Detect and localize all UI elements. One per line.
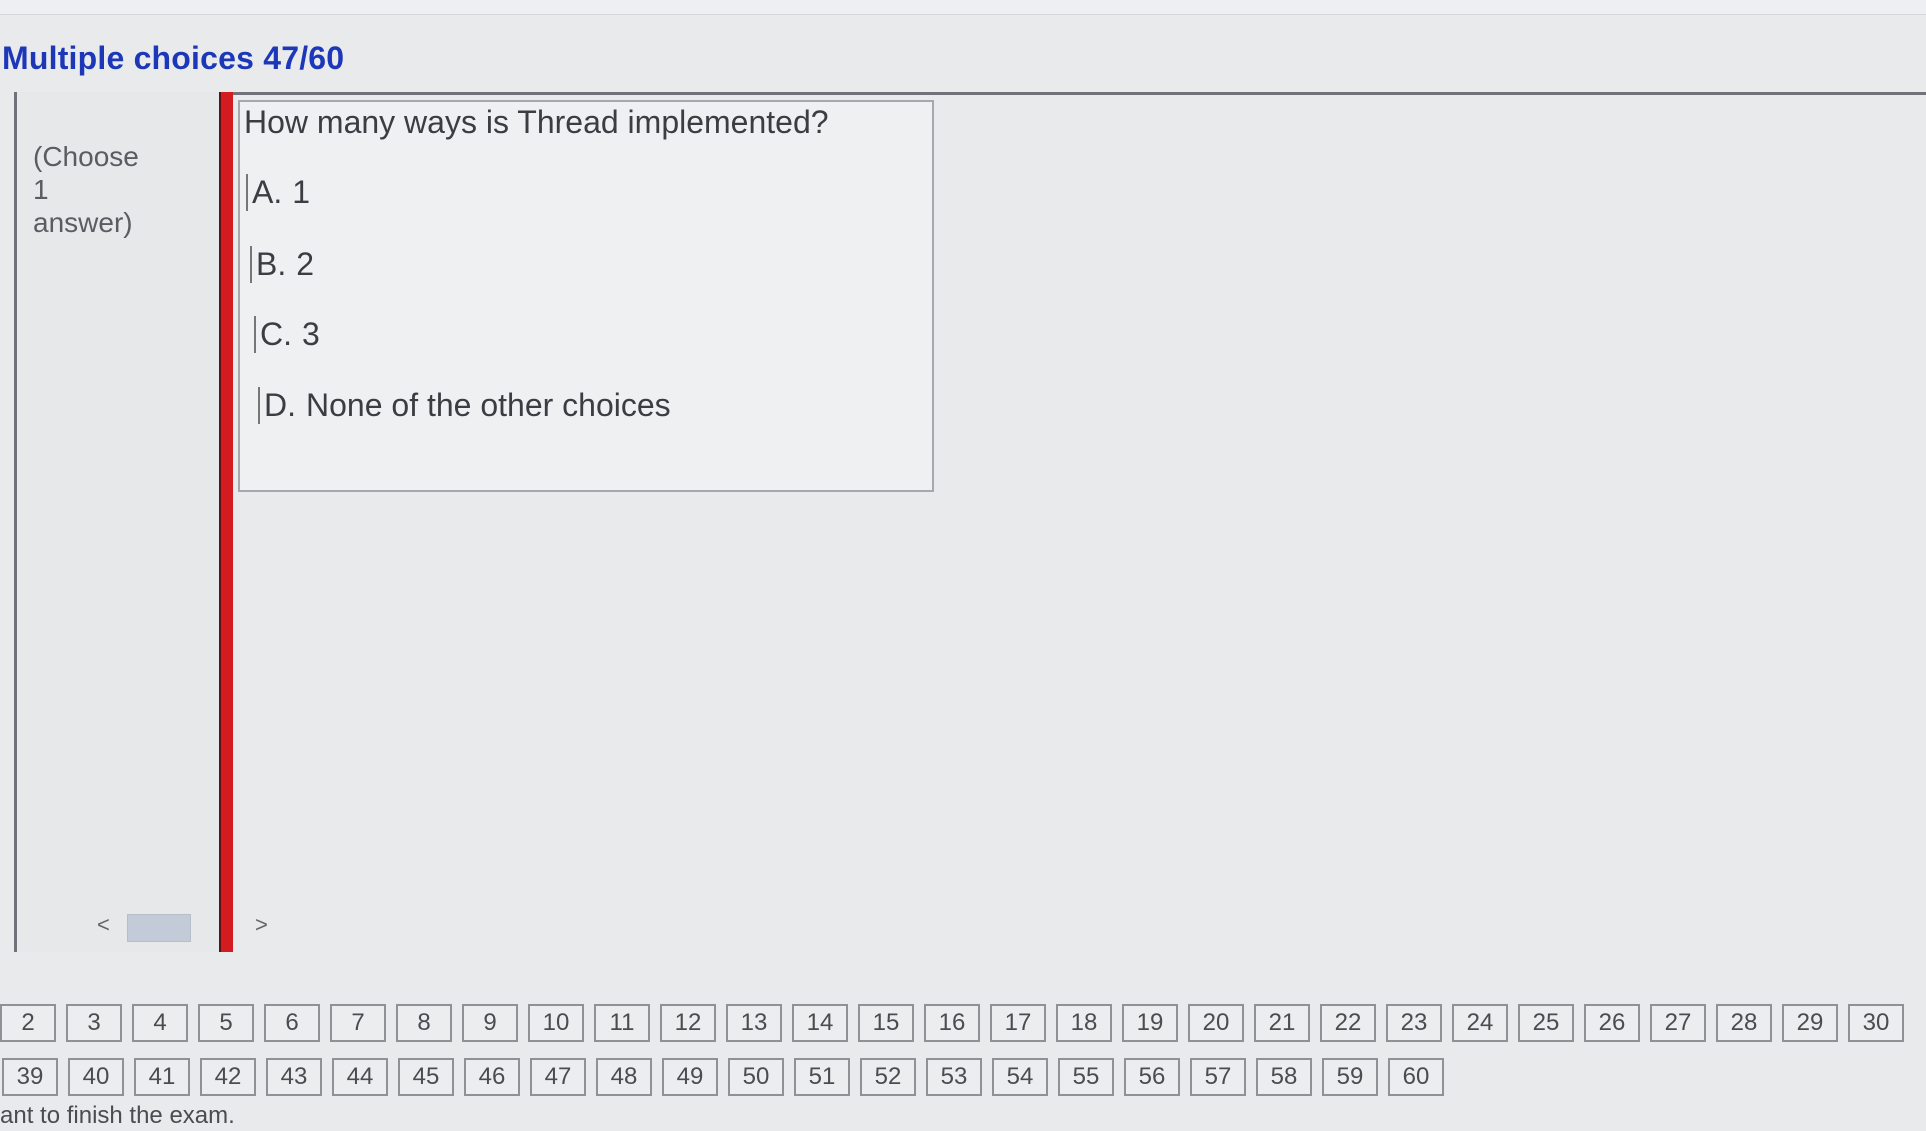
question-nav-button[interactable]: 7	[330, 1004, 386, 1042]
question-nav-button[interactable]: 16	[924, 1004, 980, 1042]
question-nav-button[interactable]: 27	[1650, 1004, 1706, 1042]
window-top-edge	[0, 0, 1926, 15]
question-nav-button[interactable]: 39	[2, 1058, 58, 1096]
choice-d-letter: D.	[258, 387, 296, 424]
question-nav-button[interactable]: 60	[1388, 1058, 1444, 1096]
question-nav-button[interactable]: 23	[1386, 1004, 1442, 1042]
question-nav-button[interactable]: 2	[0, 1004, 56, 1042]
question-text: How many ways is Thread implemented?	[244, 104, 829, 140]
choice-d[interactable]: D. None of the other choices	[258, 387, 671, 424]
choice-b[interactable]: B. 2	[250, 246, 314, 283]
instructions-panel: (Choose 1 answer) < >	[14, 92, 268, 952]
hint-line-3: answer)	[33, 207, 133, 238]
question-nav-button[interactable]: 21	[1254, 1004, 1310, 1042]
question-nav-button[interactable]: 13	[726, 1004, 782, 1042]
page-title: Multiple choices 47/60	[2, 40, 345, 76]
question-nav-button[interactable]: 5	[198, 1004, 254, 1042]
question-marker-bar	[219, 92, 233, 952]
scroll-left-icon[interactable]: <	[97, 912, 110, 938]
question-nav-button[interactable]: 55	[1058, 1058, 1114, 1096]
question-nav-button[interactable]: 14	[792, 1004, 848, 1042]
question-nav-button[interactable]: 29	[1782, 1004, 1838, 1042]
question-nav-button[interactable]: 24	[1452, 1004, 1508, 1042]
question-nav-button[interactable]: 56	[1124, 1058, 1180, 1096]
hint-line-1: (Choose	[33, 141, 139, 172]
scroll-thumb[interactable]	[127, 914, 191, 942]
question-nav-button[interactable]: 12	[660, 1004, 716, 1042]
finish-exam-text: ant to finish the exam.	[0, 1102, 235, 1129]
question-nav-button[interactable]: 57	[1190, 1058, 1246, 1096]
question-nav-button[interactable]: 22	[1320, 1004, 1376, 1042]
question-nav-button[interactable]: 50	[728, 1058, 784, 1096]
question-nav-button[interactable]: 47	[530, 1058, 586, 1096]
question-nav-button[interactable]: 40	[68, 1058, 124, 1096]
question-box: How many ways is Thread implemented? A. 1…	[238, 100, 934, 492]
question-nav-button[interactable]: 30	[1848, 1004, 1904, 1042]
choice-c-letter: C.	[254, 316, 292, 353]
hint-line-2: 1	[33, 174, 49, 205]
question-nav-button[interactable]: 49	[662, 1058, 718, 1096]
question-nav-button[interactable]: 54	[992, 1058, 1048, 1096]
question-nav-button[interactable]: 58	[1256, 1058, 1312, 1096]
question-nav-button[interactable]: 9	[462, 1004, 518, 1042]
question-nav-row-2: 39 40 41 42 43 44 45 46 47 48 49 50 51 52 53 54 55 56 57 58…	[0, 1058, 1926, 1098]
choose-hint: (Choose 1 answer)	[33, 140, 139, 239]
question-nav-button[interactable]: 26	[1584, 1004, 1640, 1042]
scroll-right-icon[interactable]: >	[255, 912, 268, 938]
question-nav-button[interactable]: 52	[860, 1058, 916, 1096]
question-nav-button[interactable]: 42	[200, 1058, 256, 1096]
choice-d-text: None of the other choices	[306, 387, 671, 423]
question-nav-button[interactable]: 10	[528, 1004, 584, 1042]
question-nav-row-1: 2 3 4 5 6 7 8 9 10 11 12 13 14 15 16 17 18 19 20 21 22 23 24 25…	[0, 1004, 1926, 1044]
question-nav-button[interactable]: 17	[990, 1004, 1046, 1042]
question-nav-button[interactable]: 15	[858, 1004, 914, 1042]
question-nav-button[interactable]: 28	[1716, 1004, 1772, 1042]
question-nav-button[interactable]: 51	[794, 1058, 850, 1096]
choice-a-text: 1	[292, 174, 311, 210]
choice-c-text: 3	[302, 316, 320, 352]
question-nav-button[interactable]: 20	[1188, 1004, 1244, 1042]
question-nav-button[interactable]: 4	[132, 1004, 188, 1042]
question-nav-button[interactable]: 53	[926, 1058, 982, 1096]
question-nav-button[interactable]: 48	[596, 1058, 652, 1096]
choice-c[interactable]: C. 3	[254, 316, 320, 353]
question-nav-button[interactable]: 59	[1322, 1058, 1378, 1096]
choice-a[interactable]: A. 1	[246, 174, 310, 211]
question-nav-button[interactable]: 19	[1122, 1004, 1178, 1042]
question-nav-button[interactable]: 6	[264, 1004, 320, 1042]
question-nav-button[interactable]: 45	[398, 1058, 454, 1096]
choice-b-letter: B.	[250, 246, 286, 283]
question-nav-button[interactable]: 41	[134, 1058, 190, 1096]
question-nav-button[interactable]: 11	[594, 1004, 650, 1042]
question-nav-button[interactable]: 43	[266, 1058, 322, 1096]
question-nav-button[interactable]: 8	[396, 1004, 452, 1042]
choice-b-text: 2	[296, 246, 315, 282]
question-nav-button[interactable]: 46	[464, 1058, 520, 1096]
horizontal-scrollbar[interactable]: < >	[87, 910, 277, 944]
frame-top-border	[14, 92, 1926, 95]
question-nav-button[interactable]: 3	[66, 1004, 122, 1042]
question-nav-button[interactable]: 25	[1518, 1004, 1574, 1042]
choice-a-letter: A.	[246, 174, 282, 211]
question-nav-button[interactable]: 44	[332, 1058, 388, 1096]
question-nav-button[interactable]: 18	[1056, 1004, 1112, 1042]
